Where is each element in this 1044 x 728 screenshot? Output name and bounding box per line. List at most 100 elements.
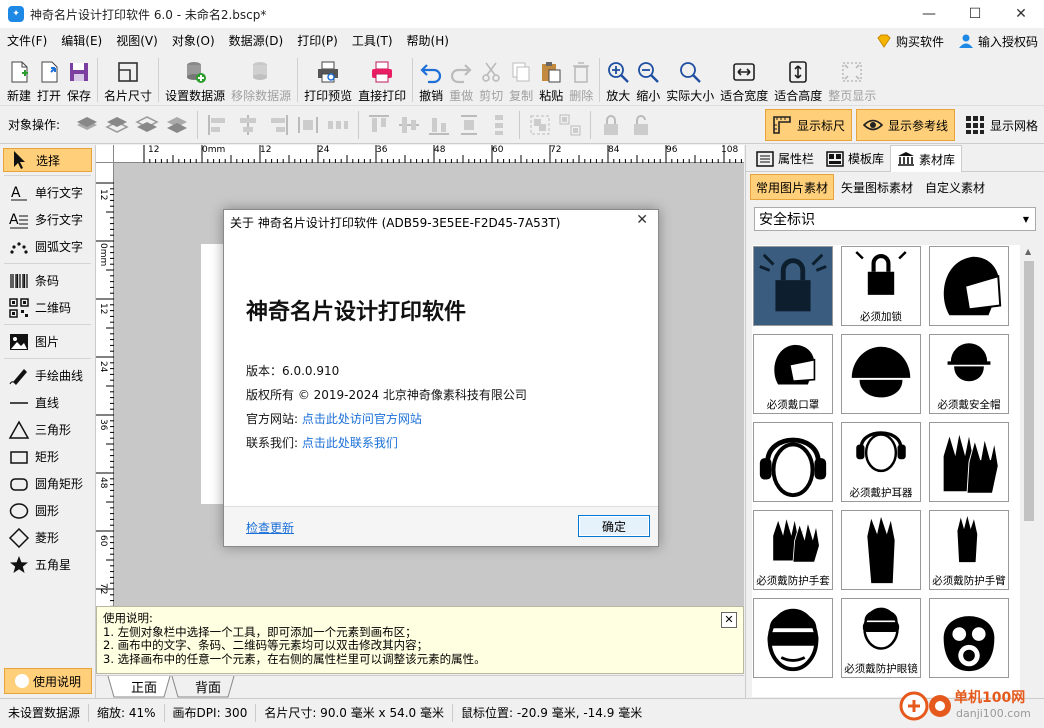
show-guides-toggle[interactable]: 显示参考线 <box>855 109 955 141</box>
fit-height-button[interactable]: 适合高度 <box>774 54 822 106</box>
align-middle-v-icon[interactable] <box>397 113 421 137</box>
bring-forward-icon[interactable] <box>105 113 129 137</box>
asset-item[interactable] <box>929 246 1009 326</box>
tool-rounded-rectangle[interactable]: 圆角矩形 <box>0 470 95 497</box>
license-button[interactable]: 输入授权码 <box>958 33 1038 50</box>
tool-select[interactable]: 选择 <box>3 148 92 172</box>
open-button[interactable]: 打开 <box>37 54 61 106</box>
asset-item[interactable]: 必须戴防护眼镜 <box>841 598 921 678</box>
help-close-button[interactable]: ✕ <box>721 612 737 628</box>
tab-templates[interactable]: 模板库 <box>820 145 890 172</box>
remove-datasource-button[interactable]: 移除数据源 <box>231 54 291 106</box>
fit-width-button[interactable]: 适合宽度 <box>720 54 768 106</box>
send-to-back-icon[interactable] <box>165 113 189 137</box>
align-center-h-icon[interactable] <box>236 113 260 137</box>
menu-help[interactable]: 帮助(H) <box>400 28 456 54</box>
cut-button[interactable]: 剪切 <box>479 54 503 106</box>
show-ruler-toggle[interactable]: 显示标尺 <box>764 109 852 141</box>
send-backward-icon[interactable] <box>135 113 159 137</box>
website-link[interactable]: 点击此处访问官方网站 <box>302 412 422 426</box>
close-button[interactable]: ✕ <box>998 0 1044 28</box>
new-button[interactable]: 新建 <box>7 54 31 106</box>
distribute-h-icon[interactable] <box>296 113 320 137</box>
ungroup-icon[interactable] <box>558 113 582 137</box>
tool-triangle[interactable]: 三角形 <box>0 416 95 443</box>
menu-object[interactable]: 对象(O) <box>165 28 222 54</box>
menu-file[interactable]: 文件(F) <box>0 28 54 54</box>
tool-line[interactable]: 直线 <box>0 389 95 416</box>
maximize-button[interactable]: ☐ <box>952 0 998 28</box>
menu-tools[interactable]: 工具(T) <box>345 28 400 54</box>
dialog-close-button[interactable]: ✕ <box>636 212 648 228</box>
set-datasource-button[interactable]: 设置数据源 <box>165 54 225 106</box>
asset-item[interactable]: 必须戴安全帽 <box>929 334 1009 414</box>
card-size-button[interactable]: 名片尺寸 <box>104 54 152 106</box>
tab-front[interactable]: 正面 <box>114 676 174 697</box>
align-bottom-icon[interactable] <box>427 113 451 137</box>
minimize-button[interactable]: — <box>906 0 952 28</box>
tool-diamond[interactable]: 菱形 <box>0 524 95 551</box>
tool-image[interactable]: 图片 <box>0 328 95 355</box>
asset-item[interactable] <box>753 422 833 502</box>
copy-button[interactable]: 复制 <box>509 54 533 106</box>
tool-barcode[interactable]: 条码 <box>0 267 95 294</box>
menu-view[interactable]: 视图(V) <box>109 28 165 54</box>
asset-item[interactable]: 必须加锁 <box>841 246 921 326</box>
fit-page-button[interactable]: 整页显示 <box>828 54 876 106</box>
align-right-icon[interactable] <box>266 113 290 137</box>
asset-scrollbar[interactable]: ▲ <box>1022 245 1036 697</box>
zoom-in-button[interactable]: 放大 <box>606 54 630 106</box>
show-grid-toggle[interactable]: 显示网格 <box>959 109 1044 141</box>
actual-size-button[interactable]: 实际大小 <box>666 54 714 106</box>
scroll-thumb[interactable] <box>1024 261 1034 521</box>
direct-print-button[interactable]: 直接打印 <box>358 54 406 106</box>
space-h-icon[interactable] <box>326 113 350 137</box>
asset-item[interactable]: 必须戴防护手臂 <box>929 510 1009 590</box>
asset-item[interactable]: 必须戴护耳器 <box>841 422 921 502</box>
tab-back[interactable]: 背面 <box>178 676 238 697</box>
bring-to-front-icon[interactable] <box>75 113 99 137</box>
tab-properties[interactable]: 属性栏 <box>750 145 820 172</box>
lock-icon[interactable] <box>599 113 623 137</box>
asset-item[interactable] <box>753 598 833 678</box>
paste-button[interactable]: 粘贴 <box>539 54 563 106</box>
check-update-link[interactable]: 检查更新 <box>246 519 294 536</box>
help-button[interactable]: 使用说明 <box>4 668 92 694</box>
save-button[interactable]: 保存 <box>67 54 91 106</box>
asset-item[interactable]: 必须戴防护手套 <box>753 510 833 590</box>
asset-item[interactable] <box>929 422 1009 502</box>
print-preview-button[interactable]: 打印预览 <box>304 54 352 106</box>
tool-multi-line-text[interactable]: A 多行文字 <box>0 206 95 233</box>
space-v-icon[interactable] <box>487 113 511 137</box>
asset-item[interactable] <box>841 334 921 414</box>
tool-circle[interactable]: 圆形 <box>0 497 95 524</box>
subtab-vector-icons[interactable]: 矢量图标素材 <box>836 174 918 200</box>
contact-link[interactable]: 点击此处联系我们 <box>302 436 398 450</box>
asset-item[interactable] <box>929 598 1009 678</box>
distribute-v-icon[interactable] <box>457 113 481 137</box>
align-left-icon[interactable] <box>206 113 230 137</box>
asset-item[interactable] <box>753 246 833 326</box>
menu-datasource[interactable]: 数据源(D) <box>222 28 291 54</box>
tool-freehand[interactable]: 手绘曲线 <box>0 362 95 389</box>
align-top-icon[interactable] <box>367 113 391 137</box>
ok-button[interactable]: 确定 <box>578 515 650 537</box>
category-select[interactable]: 安全标识 ▼ <box>754 207 1036 231</box>
redo-button[interactable]: 重做 <box>449 54 473 106</box>
subtab-custom[interactable]: 自定义素材 <box>920 174 990 200</box>
tool-qrcode[interactable]: 二维码 <box>0 294 95 321</box>
zoom-out-button[interactable]: 缩小 <box>636 54 660 106</box>
menu-print[interactable]: 打印(P) <box>290 28 345 54</box>
undo-button[interactable]: 撤销 <box>419 54 443 106</box>
group-icon[interactable] <box>528 113 552 137</box>
tool-arc-text[interactable]: 圆弧文字 <box>0 233 95 260</box>
buy-software-button[interactable]: 购买软件 <box>876 33 944 50</box>
asset-item[interactable] <box>841 510 921 590</box>
tool-rectangle[interactable]: 矩形 <box>0 443 95 470</box>
tool-star[interactable]: 五角星 <box>0 551 95 578</box>
delete-button[interactable]: 删除 <box>569 54 593 106</box>
unlock-icon[interactable] <box>629 113 653 137</box>
menu-edit[interactable]: 编辑(E) <box>54 28 109 54</box>
tab-assets[interactable]: 素材库 <box>890 145 963 172</box>
tool-single-line-text[interactable]: A 单行文字 <box>0 179 95 206</box>
